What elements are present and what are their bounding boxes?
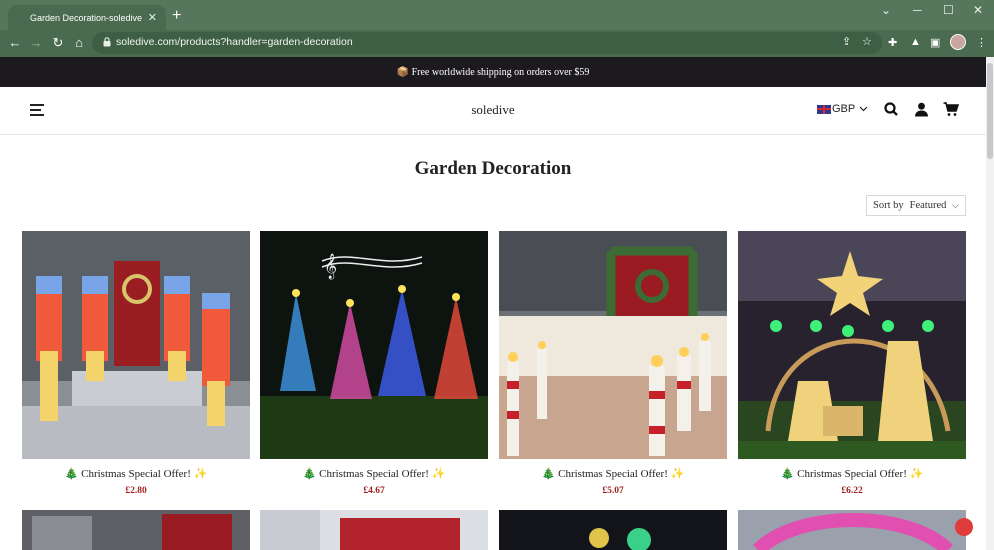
bookmark-star-icon[interactable]: ☆ xyxy=(862,35,872,48)
minimize-icon[interactable]: ─ xyxy=(913,3,922,17)
search-icon[interactable] xyxy=(884,102,898,116)
product-image-musical-light-trees[interactable]: 𝄞 xyxy=(260,231,488,459)
product-title[interactable]: 🎄 Christmas Special Offer! ✨ xyxy=(738,467,966,480)
product-card[interactable]: 🎄 Christmas Special Offer! ✨ £2.80 xyxy=(22,231,250,496)
scrollbar-thumb[interactable] xyxy=(987,63,993,159)
product-image-nutcracker-lights[interactable] xyxy=(22,231,250,459)
tab-close-icon[interactable]: ✕ xyxy=(148,11,157,24)
tab-strip: Garden Decoration-soledive ✕ + ⌄ ─ ☐ ✕ xyxy=(0,0,994,31)
address-bar[interactable]: soledive.com/products?handler=garden-dec… xyxy=(92,32,882,54)
uk-flag-icon xyxy=(817,104,831,114)
lock-icon xyxy=(103,37,111,47)
gift-badge-icon[interactable] xyxy=(955,518,973,536)
product-image-row2-4[interactable] xyxy=(738,510,966,550)
chevron-down-icon: ⌵ xyxy=(952,200,959,210)
product-image-candy-cane-candles[interactable] xyxy=(499,231,727,459)
new-tab-button[interactable]: + xyxy=(172,7,181,25)
product-card[interactable]: 🎄 Christmas Special Offer! ✨ £5.07 xyxy=(499,231,727,496)
product-title[interactable]: 🎄 Christmas Special Offer! ✨ xyxy=(499,467,727,480)
site-header: soledive GBP xyxy=(0,87,986,135)
browser-menu-icon[interactable]: ⋮ xyxy=(976,36,987,49)
browser-tab[interactable]: Garden Decoration-soledive ✕ xyxy=(8,5,166,31)
tab-title: Garden Decoration-soledive xyxy=(30,13,143,23)
profile-avatar[interactable] xyxy=(950,34,966,50)
reload-icon[interactable]: ↻ xyxy=(50,35,66,51)
forward-icon[interactable]: → xyxy=(28,35,44,51)
product-title[interactable]: 🎄 Christmas Special Offer! ✨ xyxy=(22,467,250,480)
account-icon[interactable] xyxy=(914,102,929,117)
side-panel-icon[interactable]: ▣ xyxy=(930,36,940,49)
chevron-down-icon xyxy=(859,106,868,112)
sort-label: Sort by xyxy=(873,200,904,211)
currency-code: GBP xyxy=(832,103,856,115)
product-price: £4.67 xyxy=(363,486,385,496)
sort-dropdown[interactable]: Sort by Featured ⌵ xyxy=(866,195,966,216)
currency-selector[interactable]: GBP xyxy=(817,103,868,115)
cart-icon[interactable] xyxy=(943,102,959,117)
product-price: £2.80 xyxy=(125,486,147,496)
maximize-icon[interactable]: ☐ xyxy=(943,3,954,17)
product-price: £5.07 xyxy=(602,486,624,496)
close-window-icon[interactable]: ✕ xyxy=(973,3,983,17)
browser-frame: Garden Decoration-soledive ✕ + ⌄ ─ ☐ ✕ ←… xyxy=(0,0,994,57)
page-scrollbar[interactable] xyxy=(986,57,994,550)
product-price: £6.22 xyxy=(841,486,863,496)
product-image-row2-2[interactable] xyxy=(260,510,488,550)
home-icon[interactable]: ⌂ xyxy=(71,35,87,51)
extensions-icon[interactable]: ✚ xyxy=(888,36,897,49)
browser-toolbar: ← → ↻ ⌂ soledive.com/products?handler=ga… xyxy=(0,30,994,57)
share-icon[interactable]: ⇪ xyxy=(842,35,851,48)
back-icon[interactable]: ← xyxy=(7,35,23,51)
product-title[interactable]: 🎄 Christmas Special Offer! ✨ xyxy=(260,467,488,480)
product-image-row2-1[interactable] xyxy=(22,510,250,550)
product-card[interactable]: 🎄 Christmas Special Offer! ✨ £6.22 xyxy=(738,231,966,496)
url-text: soledive.com/products?handler=garden-dec… xyxy=(116,36,353,48)
tab-search-icon[interactable]: ⌄ xyxy=(881,3,891,17)
sort-value: Featured xyxy=(909,200,947,211)
product-image-row2-3[interactable] xyxy=(499,510,727,550)
lab-flask-icon[interactable]: ▲ xyxy=(910,36,921,48)
product-image-nativity-scene[interactable] xyxy=(738,231,966,459)
page-title: Garden Decoration xyxy=(414,158,572,179)
svg-text:𝄞: 𝄞 xyxy=(324,253,337,279)
product-card[interactable]: 𝄞 🎄 Christmas Special Offer! ✨ £4.67 xyxy=(260,231,488,496)
announcement-bar: 📦 Free worldwide shipping on orders over… xyxy=(0,57,986,87)
